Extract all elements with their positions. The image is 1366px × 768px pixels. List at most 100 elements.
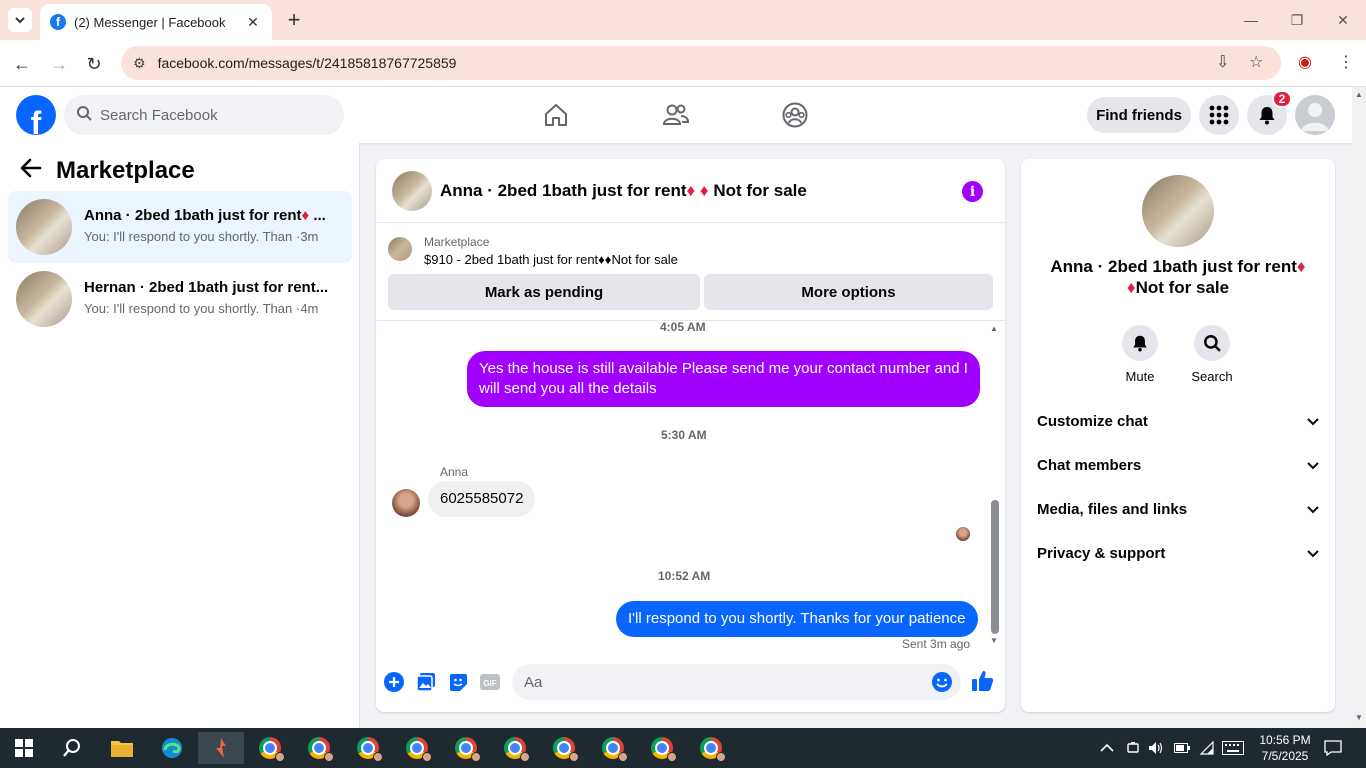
browser-tab-messenger[interactable]: f (2) Messenger | Facebook ✕ (40, 4, 272, 40)
message-input-placeholder: Aa (524, 673, 543, 691)
chrome-profile-icon[interactable] (495, 732, 535, 764)
conversation-info-name: Anna · 2bed 1bath just for rent♦ ♦Not for… (1050, 257, 1306, 297)
browser-toolbar: ← → ↻ ⚙ facebook.com/messages/t/24185818… (0, 40, 1366, 87)
menu-grid-button[interactable] (1199, 95, 1239, 135)
device-icon[interactable] (1126, 728, 1140, 768)
show-hidden-icons-icon[interactable] (1100, 728, 1114, 768)
sent-status: Sent 3m ago (902, 637, 971, 651)
notification-badge: 2 (1272, 90, 1292, 108)
address-bar[interactable]: ⚙ facebook.com/messages/t/24185818767725… (121, 46, 1281, 80)
scroll-up-icon[interactable]: ▲ (990, 324, 998, 333)
chevron-down-icon (1307, 457, 1319, 473)
sender-avatar[interactable] (392, 489, 420, 517)
tab-search-button[interactable] (8, 8, 32, 32)
sidebar-title: Marketplace (56, 157, 195, 184)
chevron-down-icon (1307, 545, 1319, 561)
chat-members-section[interactable]: Chat members (1037, 445, 1319, 485)
chat-panel: Anna · 2bed 1bath just for rent♦ ♦ Not f… (376, 159, 1005, 712)
wifi-icon[interactable] (1199, 728, 1215, 768)
thumbs-up-icon[interactable] (971, 669, 995, 693)
friends-icon[interactable] (660, 99, 692, 131)
sticker-icon[interactable] (447, 671, 469, 693)
system-clock[interactable]: 10:56 PM 7/5/2025 (1250, 732, 1320, 764)
battery-icon[interactable] (1174, 728, 1190, 768)
chrome-profile-icon[interactable] (691, 732, 731, 764)
start-button[interactable] (4, 732, 44, 764)
listing-profile-photo[interactable] (1142, 175, 1214, 247)
install-app-icon[interactable]: ⇩ (1216, 52, 1229, 72)
conversation-item-hernan[interactable]: Hernan · 2bed 1bath just for rent... You… (8, 263, 352, 335)
new-tab-button[interactable]: + (282, 7, 306, 32)
mute-action[interactable]: Mute (1110, 325, 1170, 384)
keyboard-icon[interactable] (1222, 728, 1244, 768)
facebook-search-input[interactable]: Search Facebook (64, 95, 344, 135)
message-input[interactable]: Aa (512, 664, 961, 700)
back-button[interactable]: ← (8, 50, 36, 78)
bell-icon (1122, 325, 1158, 361)
active-app-icon[interactable] (198, 732, 244, 764)
facebook-logo[interactable]: f (16, 95, 56, 135)
find-friends-button[interactable]: Find friends (1087, 97, 1191, 133)
chat-title[interactable]: Anna · 2bed 1bath just for rent♦ ♦ Not f… (440, 181, 807, 201)
more-options-button[interactable]: More options (704, 274, 993, 310)
chat-header-thumbnail[interactable] (392, 171, 432, 211)
edge-browser-icon[interactable] (152, 732, 192, 764)
listing-mini-thumbnail (388, 237, 412, 261)
customize-chat-section[interactable]: Customize chat (1037, 401, 1319, 441)
chrome-profile-icon[interactable] (397, 732, 437, 764)
home-icon[interactable] (540, 99, 572, 131)
media-files-links-section[interactable]: Media, files and links (1037, 489, 1319, 529)
site-info-icon[interactable]: ⚙ (133, 55, 146, 72)
back-arrow-icon[interactable] (20, 157, 42, 185)
facebook-header: f Search Facebook Find friends (0, 87, 1352, 143)
scroll-down-icon[interactable]: ▼ (1355, 713, 1363, 722)
reload-button[interactable]: ↻ (80, 50, 108, 78)
conversation-info-icon[interactable]: i (962, 181, 983, 202)
conversation-name: Hernan · 2bed 1bath just for rent... (84, 279, 329, 296)
windows-logo-icon (15, 739, 33, 757)
scroll-up-icon[interactable]: ▲ (1355, 90, 1363, 99)
scrollbar-thumb[interactable] (991, 500, 999, 634)
conversation-item-anna[interactable]: Anna · 2bed 1bath just for rent♦ ... You… (8, 191, 352, 263)
chrome-profile-icon[interactable] (544, 732, 584, 764)
chrome-profile-icon[interactable] (642, 732, 682, 764)
minimize-button[interactable]: — (1228, 6, 1274, 34)
chrome-profile-icon[interactable] (250, 732, 290, 764)
conversation-preview: You: I'll respond to you shortly. Than..… (84, 229, 292, 244)
facebook-favicon-icon: f (50, 14, 66, 30)
file-explorer-icon[interactable] (102, 732, 142, 764)
chat-scrollbar[interactable]: ▲ ▼ (990, 322, 1000, 652)
mark-as-pending-button[interactable]: Mark as pending (388, 274, 700, 310)
chrome-profile-icon[interactable] (593, 732, 633, 764)
profile-icon[interactable]: ◉ (1298, 52, 1312, 72)
taskbar-search-icon[interactable] (52, 732, 92, 764)
incoming-message[interactable]: 6025585072 (428, 481, 536, 517)
outgoing-message[interactable]: I'll respond to you shortly. Thanks for … (616, 601, 978, 637)
photo-icon[interactable] (415, 671, 437, 693)
emoji-icon[interactable] (931, 671, 953, 693)
close-window-button[interactable]: ✕ (1320, 6, 1366, 34)
chrome-profile-icon[interactable] (348, 732, 388, 764)
scroll-down-icon[interactable]: ▼ (990, 636, 998, 645)
account-avatar[interactable] (1295, 95, 1335, 135)
browser-menu-icon[interactable]: ⋮ (1338, 52, 1354, 72)
section-label: Media, files and links (1037, 500, 1188, 518)
outgoing-message[interactable]: Yes the house is still available Please … (467, 351, 980, 407)
chevron-down-icon (1307, 501, 1319, 517)
gif-icon[interactable]: GIF (479, 671, 501, 693)
notifications-center-icon[interactable] (1324, 728, 1342, 768)
chrome-profile-icon[interactable] (446, 732, 486, 764)
groups-icon[interactable] (779, 99, 811, 131)
forward-button[interactable]: → (45, 50, 73, 78)
page-scrollbar[interactable]: ▲ ▼ (1352, 87, 1366, 728)
tab-close-icon[interactable]: ✕ (244, 14, 262, 31)
bookmark-star-icon[interactable]: ☆ (1249, 52, 1263, 72)
plus-circle-icon[interactable] (383, 671, 405, 693)
search-action[interactable]: Search (1182, 325, 1242, 384)
read-receipt-avatar (956, 527, 970, 541)
chrome-profile-icon[interactable] (299, 732, 339, 764)
volume-icon[interactable] (1148, 728, 1164, 768)
search-placeholder: Search Facebook (100, 106, 218, 124)
restore-button[interactable]: ❐ (1274, 6, 1320, 34)
privacy-support-section[interactable]: Privacy & support (1037, 533, 1319, 573)
